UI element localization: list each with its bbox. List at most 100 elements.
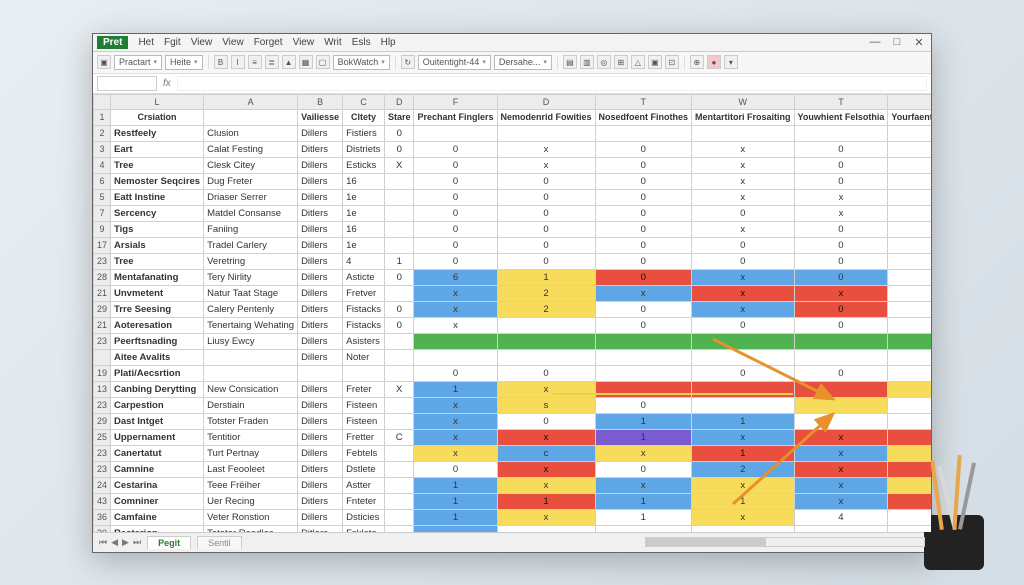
row-header[interactable]: 29: [94, 413, 111, 429]
cell[interactable]: 0: [595, 173, 692, 189]
cell[interactable]: 0: [414, 237, 497, 253]
hscroll-track[interactable]: [645, 537, 925, 547]
cell[interactable]: [888, 317, 931, 333]
cell[interactable]: [794, 397, 888, 413]
cell[interactable]: 0: [888, 285, 931, 301]
cell[interactable]: x: [692, 189, 795, 205]
cell[interactable]: Turt Pertnay: [204, 445, 298, 461]
cell[interactable]: Fistiers: [343, 125, 385, 141]
cell[interactable]: 9: [888, 493, 931, 509]
maximize-icon[interactable]: □: [889, 36, 905, 49]
tool-icon[interactable]: ▤: [563, 55, 577, 69]
cell[interactable]: [414, 349, 497, 365]
cell[interactable]: 6: [888, 461, 931, 477]
cell[interactable]: [414, 125, 497, 141]
cell[interactable]: 2: [497, 285, 595, 301]
cell[interactable]: 0: [497, 365, 595, 381]
row-header[interactable]: 3: [94, 141, 111, 157]
cell[interactable]: x: [888, 205, 931, 221]
cell[interactable]: Veretring: [204, 253, 298, 269]
cell[interactable]: 0: [414, 189, 497, 205]
cell[interactable]: 1: [692, 493, 795, 509]
cell[interactable]: x: [497, 141, 595, 157]
cell[interactable]: 2: [888, 413, 931, 429]
col-header[interactable]: B: [298, 94, 343, 109]
cell[interactable]: Plati/Aecsrtion: [111, 365, 204, 381]
tool-icon[interactable]: ◎: [597, 55, 611, 69]
tool-icon[interactable]: ⊕: [690, 55, 704, 69]
row-header[interactable]: 2: [94, 125, 111, 141]
tool-icon[interactable]: ⊡: [665, 55, 679, 69]
cell[interactable]: Clesk Citey: [204, 157, 298, 173]
cell[interactable]: Ditlers: [298, 493, 343, 509]
tool-icon[interactable]: ▣: [648, 55, 662, 69]
cell[interactable]: 0: [414, 365, 497, 381]
cell[interactable]: 0: [384, 125, 414, 141]
header-cell[interactable]: Vailiesse: [298, 109, 343, 125]
last-icon[interactable]: ⏭: [133, 537, 141, 548]
cell[interactable]: Clusion: [204, 125, 298, 141]
cell[interactable]: 1: [692, 413, 795, 429]
cell[interactable]: Tree: [111, 157, 204, 173]
cell[interactable]: [384, 349, 414, 365]
cell[interactable]: [794, 125, 888, 141]
cell[interactable]: 4: [343, 253, 385, 269]
cell[interactable]: [888, 333, 931, 349]
cell[interactable]: Dillers: [298, 509, 343, 525]
col-header[interactable]: D: [497, 94, 595, 109]
cell[interactable]: x: [888, 269, 931, 285]
cell[interactable]: 0: [794, 141, 888, 157]
tool-icon[interactable]: ⊞: [614, 55, 628, 69]
cell[interactable]: 1: [595, 429, 692, 445]
cell[interactable]: 0: [692, 365, 795, 381]
cell[interactable]: Uppernament: [111, 429, 204, 445]
cell[interactable]: x: [692, 269, 795, 285]
cell[interactable]: Resterion: [111, 525, 204, 532]
cell[interactable]: x: [794, 205, 888, 221]
cell[interactable]: 1: [414, 381, 497, 397]
col-header[interactable]: F: [414, 94, 497, 109]
cell[interactable]: x: [692, 301, 795, 317]
cell[interactable]: 0: [595, 237, 692, 253]
menu-item[interactable]: View: [222, 37, 244, 48]
cell[interactable]: [595, 125, 692, 141]
cell[interactable]: [794, 333, 888, 349]
cell[interactable]: 0: [595, 253, 692, 269]
menu-item[interactable]: Het: [138, 37, 154, 48]
cell[interactable]: 1: [497, 269, 595, 285]
cell[interactable]: Dillers: [298, 253, 343, 269]
cell[interactable]: 0: [497, 413, 595, 429]
filter-combo[interactable]: Ouitentight-44: [418, 55, 491, 70]
cell[interactable]: Fretver: [343, 285, 385, 301]
menu-item[interactable]: Hlp: [381, 37, 396, 48]
cell[interactable]: x: [414, 429, 497, 445]
cell[interactable]: Dillers: [298, 269, 343, 285]
cell[interactable]: [384, 173, 414, 189]
cell[interactable]: 0: [692, 253, 795, 269]
cell[interactable]: Tree: [111, 253, 204, 269]
cell[interactable]: [888, 525, 931, 532]
cell[interactable]: 2: [692, 461, 795, 477]
cell[interactable]: Nemoster Seqcires: [111, 173, 204, 189]
cell[interactable]: Dillers: [298, 173, 343, 189]
cell[interactable]: Tradel Carlery: [204, 237, 298, 253]
cell[interactable]: Asticte: [343, 269, 385, 285]
cell[interactable]: 0: [595, 269, 692, 285]
cell[interactable]: [794, 381, 888, 397]
row-header[interactable]: 21: [94, 317, 111, 333]
cell[interactable]: Dillers: [298, 189, 343, 205]
cell[interactable]: Liusy Ewcy: [204, 333, 298, 349]
cell[interactable]: Canbing Derytting: [111, 381, 204, 397]
cell[interactable]: Fretter: [343, 429, 385, 445]
cell[interactable]: x: [414, 397, 497, 413]
row-header[interactable]: 13: [94, 381, 111, 397]
cell[interactable]: [497, 525, 595, 532]
cell[interactable]: [204, 349, 298, 365]
cell[interactable]: Fisteen: [343, 397, 385, 413]
cell[interactable]: Mentafanating: [111, 269, 204, 285]
cell[interactable]: 0: [497, 205, 595, 221]
cell[interactable]: 2: [888, 509, 931, 525]
cell[interactable]: Fistacks: [343, 317, 385, 333]
cell[interactable]: 0: [384, 269, 414, 285]
cell[interactable]: Uer Recing: [204, 493, 298, 509]
